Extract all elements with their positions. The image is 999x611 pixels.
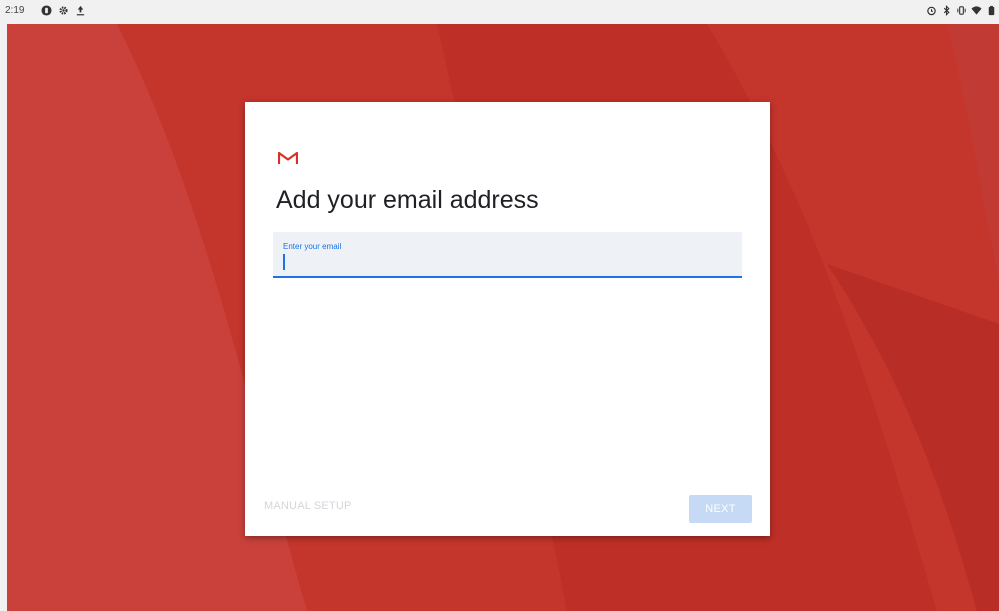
alarm-icon [927,6,936,16]
notification-icon [41,5,52,16]
text-cursor [283,254,285,270]
next-button[interactable]: NEXT [689,495,752,523]
upload-icon [76,5,85,16]
bluetooth-icon [943,5,950,16]
email-field[interactable]: Enter your email [273,232,742,278]
battery-icon [988,5,995,16]
vibrate-icon [957,6,966,15]
status-time: 2:19 [5,5,25,16]
manual-setup-button[interactable]: MANUAL SETUP [264,500,352,512]
status-bar: 2:19 [0,0,999,24]
email-input[interactable] [281,252,735,272]
status-left-icons [41,5,86,16]
settings-icon [59,6,68,15]
wifi-icon [971,6,982,15]
gmail-logo-icon [278,151,298,164]
status-right-icons [926,5,997,16]
add-email-card: Add your email address Enter your email … [245,102,770,536]
email-field-label: Enter your email [283,242,342,251]
page-title: Add your email address [276,186,539,214]
